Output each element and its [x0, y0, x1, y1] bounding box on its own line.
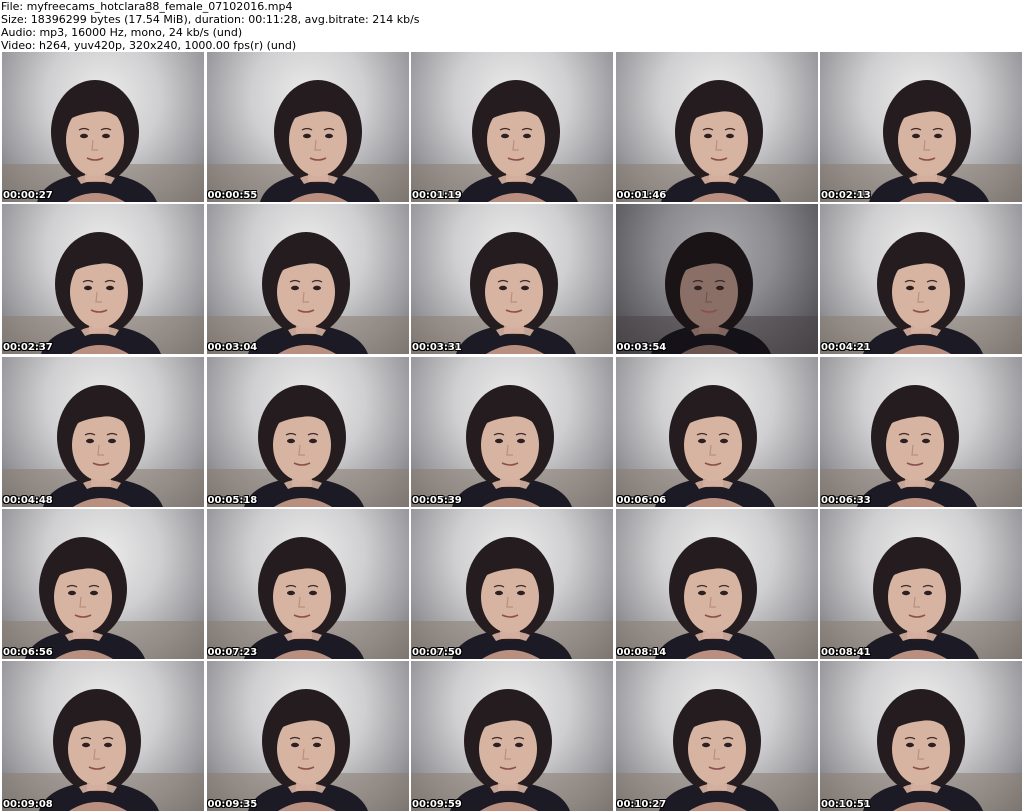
video-thumbnail: 00:07:50: [411, 508, 613, 659]
video-thumbnail: 00:05:18: [206, 356, 409, 507]
video-thumbnail: 00:08:14: [615, 508, 818, 659]
video-thumbnail: 00:00:27: [2, 52, 204, 202]
thumbnail-timestamp: 00:08:41: [821, 646, 871, 658]
video-thumbnail: 00:03:31: [411, 204, 613, 355]
thumbnail-timestamp: 00:07:50: [412, 646, 462, 658]
webcam-frame-image: [411, 80, 613, 202]
webcam-frame-image: [820, 689, 1022, 811]
webcam-frame-image: [615, 80, 818, 202]
thumbnail-grid: 00:00:27 00:00:55 00:01:19 00:01:46 00:02:13…: [2, 52, 1022, 811]
webcam-frame-image: [2, 689, 204, 811]
webcam-frame-image: [820, 536, 1022, 659]
thumbnail-timestamp: 00:06:06: [616, 494, 667, 506]
video-info-line: Video: h264, yuv420p, 320x240, 1000.00 f…: [1, 39, 297, 52]
webcam-frame-image: [2, 80, 204, 202]
thumbnail-timestamp: 00:03:54: [616, 342, 667, 354]
webcam-frame-image: [615, 232, 818, 355]
thumbnail-timestamp: 00:09:35: [207, 799, 258, 810]
video-thumbnail: 00:07:23: [206, 508, 409, 659]
video-thumbnail: 00:03:04: [206, 204, 409, 355]
webcam-frame-image: [206, 689, 409, 811]
webcam-frame-image: [615, 384, 818, 507]
webcam-frame-image: [820, 232, 1022, 355]
thumbnail-timestamp: 00:01:19: [412, 190, 462, 201]
webcam-frame-image: [2, 536, 204, 659]
file-name-line: File: myfreecams_hotclara88_female_07102…: [1, 0, 293, 13]
thumbnail-timestamp: 00:09:59: [412, 799, 462, 810]
video-thumbnail: 00:04:21: [820, 204, 1022, 355]
webcam-frame-image: [206, 232, 409, 355]
thumbnail-timestamp: 00:02:13: [821, 190, 871, 201]
thumbnail-timestamp: 00:05:18: [207, 494, 258, 506]
thumbnail-timestamp: 00:04:21: [821, 342, 871, 354]
video-thumbnail: 00:05:39: [411, 356, 613, 507]
video-thumbnail: 00:03:54: [615, 204, 818, 355]
thumbnail-timestamp: 00:06:33: [821, 494, 871, 506]
thumbnail-timestamp: 00:07:23: [207, 646, 258, 658]
webcam-frame-image: [820, 384, 1022, 507]
file-size-line: Size: 18396299 bytes (17.54 MiB), durati…: [1, 13, 420, 26]
video-thumbnail: 00:10:27: [615, 661, 818, 811]
thumbnail-timestamp: 00:08:14: [616, 646, 667, 658]
webcam-frame-image: [206, 536, 409, 659]
audio-info-line: Audio: mp3, 16000 Hz, mono, 24 kb/s (und…: [1, 26, 243, 39]
video-thumbnail: 00:06:56: [2, 508, 204, 659]
webcam-frame-image: [411, 536, 613, 659]
video-thumbnail: 00:01:19: [411, 52, 613, 202]
thumbnail-timestamp: 00:03:31: [412, 342, 462, 354]
thumbnail-timestamp: 00:00:55: [207, 190, 258, 201]
thumbnail-timestamp: 00:04:48: [3, 494, 53, 506]
video-info-header: File: myfreecams_hotclara88_female_07102…: [0, 0, 1024, 52]
thumbnail-timestamp: 00:02:37: [3, 342, 53, 354]
video-thumbnail: 00:02:13: [820, 52, 1022, 202]
webcam-frame-image: [2, 232, 204, 355]
webcam-frame-image: [411, 384, 613, 507]
webcam-frame-image: [411, 689, 613, 811]
webcam-frame-image: [615, 536, 818, 659]
video-thumbnail: 00:10:51: [820, 661, 1022, 811]
video-thumbnail: 00:08:41: [820, 508, 1022, 659]
video-thumbnail: 00:09:35: [206, 661, 409, 811]
webcam-frame-image: [820, 80, 1022, 202]
thumbnail-timestamp: 00:09:08: [3, 799, 53, 810]
video-thumbnail: 00:00:55: [206, 52, 409, 202]
webcam-frame-image: [206, 80, 409, 202]
webcam-frame-image: [2, 384, 204, 507]
thumbnail-timestamp: 00:06:56: [3, 646, 53, 658]
video-thumbnail: 00:01:46: [615, 52, 818, 202]
webcam-frame-image: [411, 232, 613, 355]
thumbnail-timestamp: 00:05:39: [412, 494, 462, 506]
video-thumbnail: 00:02:37: [2, 204, 204, 355]
thumbnail-timestamp: 00:03:04: [207, 342, 258, 354]
webcam-frame-image: [615, 689, 818, 811]
video-thumbnail: 00:09:08: [2, 661, 204, 811]
video-thumbnail: 00:09:59: [411, 661, 613, 811]
video-thumbnail: 00:04:48: [2, 356, 204, 507]
webcam-frame-image: [206, 384, 409, 507]
thumbnail-timestamp: 00:10:27: [616, 799, 667, 810]
thumbnail-timestamp: 00:10:51: [821, 799, 871, 810]
video-thumbnail: 00:06:33: [820, 356, 1022, 507]
thumbnail-timestamp: 00:00:27: [3, 190, 53, 201]
video-thumbnail: 00:06:06: [615, 356, 818, 507]
thumbnail-timestamp: 00:01:46: [616, 190, 667, 201]
